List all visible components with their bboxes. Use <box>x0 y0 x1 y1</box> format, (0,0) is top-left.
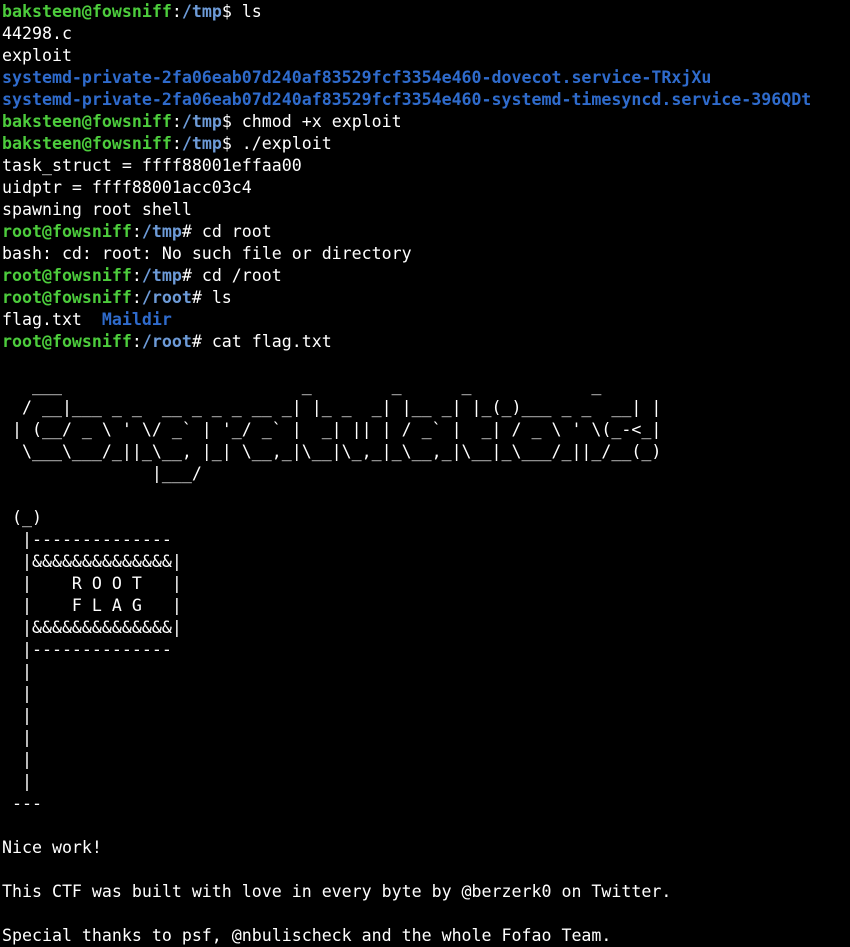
prompt-separator: : <box>171 112 182 131</box>
prompt-path: /tmp <box>181 2 222 21</box>
prompt-user-host: baksteen@fowsniff <box>2 112 172 131</box>
output-line: task_struct = ffff88001effaa00 <box>2 155 850 177</box>
prompt-separator: : <box>171 2 182 21</box>
prompt-separator: : <box>131 288 142 307</box>
prompt-symbol: $ <box>221 134 242 153</box>
prompt-user-host: root@fowsniff <box>2 288 132 307</box>
output-text: bash: cd: root: No such file or director… <box>2 244 412 263</box>
congratulations-ascii-banner: ___ _ _ _ _ / __|___ _ _ __ _ _ _ __ _| … <box>11 376 662 483</box>
prompt-line: root@fowsniff:/tmp# cd /root <box>2 265 850 287</box>
prompt-line: baksteen@fowsniff:/tmp$ ls <box>2 1 850 23</box>
output-line: exploit <box>2 45 850 67</box>
output-text: task_struct = ffff88001effaa00 <box>2 156 302 175</box>
prompt-symbol: # <box>181 222 202 241</box>
prompt-symbol: # <box>181 266 202 285</box>
prompt-path: /root <box>141 332 192 351</box>
output-line: spawning root shell <box>2 199 850 221</box>
prompt-user-host: root@fowsniff <box>2 332 132 351</box>
prompt-symbol: # <box>191 288 212 307</box>
prompt-user-host: root@fowsniff <box>2 222 132 241</box>
directory-name: systemd-private-2fa06eab07d240af83529fcf… <box>2 90 812 109</box>
prompt-separator: : <box>131 332 142 351</box>
output-text: exploit <box>2 46 72 65</box>
prompt-line: root@fowsniff:/tmp# cd root <box>2 221 850 243</box>
output-text: spawning root shell <box>2 200 192 219</box>
prompt-path: /tmp <box>141 222 182 241</box>
file-name: flag.txt <box>2 310 82 329</box>
command-text: ls <box>211 288 232 307</box>
prompt-symbol: $ <box>221 112 242 131</box>
footer-line: Special thanks to psf, @nbulischeck and … <box>2 926 612 945</box>
prompt-line: root@fowsniff:/root# ls <box>2 287 850 309</box>
command-text: ls <box>241 2 262 21</box>
command-text: cd root <box>201 222 272 241</box>
prompt-user-host: baksteen@fowsniff <box>2 2 172 21</box>
prompt-line: baksteen@fowsniff:/tmp$ ./exploit <box>2 133 850 155</box>
prompt-line: baksteen@fowsniff:/tmp$ chmod +x exploit <box>2 111 850 133</box>
prompt-path: /root <box>141 288 192 307</box>
output-text: 44298.c <box>2 24 72 43</box>
prompt-symbol: # <box>191 332 212 351</box>
file-listing-line: flag.txt Maildir <box>2 309 850 331</box>
root-flag-ascii-art: (_) |-------------- |&&&&&&&&&&&&&&| | R… <box>11 508 182 813</box>
command-text: cat flag.txt <box>211 332 332 351</box>
directory-listing-line: systemd-private-2fa06eab07d240af83529fcf… <box>2 67 850 89</box>
prompt-line: root@fowsniff:/root# cat flag.txt <box>2 331 850 353</box>
prompt-path: /tmp <box>181 134 222 153</box>
output-line: 44298.c <box>2 23 850 45</box>
prompt-user-host: root@fowsniff <box>2 266 132 285</box>
terminal-output: baksteen@fowsniff:/tmp$ ls 44298.c exploit… <box>2 1 850 353</box>
listing-gap <box>82 310 102 329</box>
prompt-separator: : <box>171 134 182 153</box>
output-line: uidptr = ffff88001acc03c4 <box>2 177 850 199</box>
directory-name: Maildir <box>101 310 172 329</box>
prompt-separator: : <box>131 266 142 285</box>
terminal-window[interactable]: baksteen@fowsniff:/tmp$ ls 44298.c exploit… <box>0 0 850 945</box>
prompt-path: /tmp <box>181 112 222 131</box>
command-text: ./exploit <box>241 134 332 153</box>
prompt-symbol: $ <box>221 2 242 21</box>
command-text: cd /root <box>201 266 282 285</box>
directory-listing-line: systemd-private-2fa06eab07d240af83529fcf… <box>2 89 850 111</box>
command-text: chmod +x exploit <box>241 112 402 131</box>
prompt-path: /tmp <box>141 266 182 285</box>
prompt-user-host: baksteen@fowsniff <box>2 134 172 153</box>
footer-line: This CTF was built with love in every by… <box>2 882 672 901</box>
prompt-separator: : <box>131 222 142 241</box>
output-line: bash: cd: root: No such file or director… <box>2 243 850 265</box>
output-text: uidptr = ffff88001acc03c4 <box>2 178 252 197</box>
directory-name: systemd-private-2fa06eab07d240af83529fcf… <box>2 68 712 87</box>
footer-line: Nice work! <box>2 838 102 857</box>
